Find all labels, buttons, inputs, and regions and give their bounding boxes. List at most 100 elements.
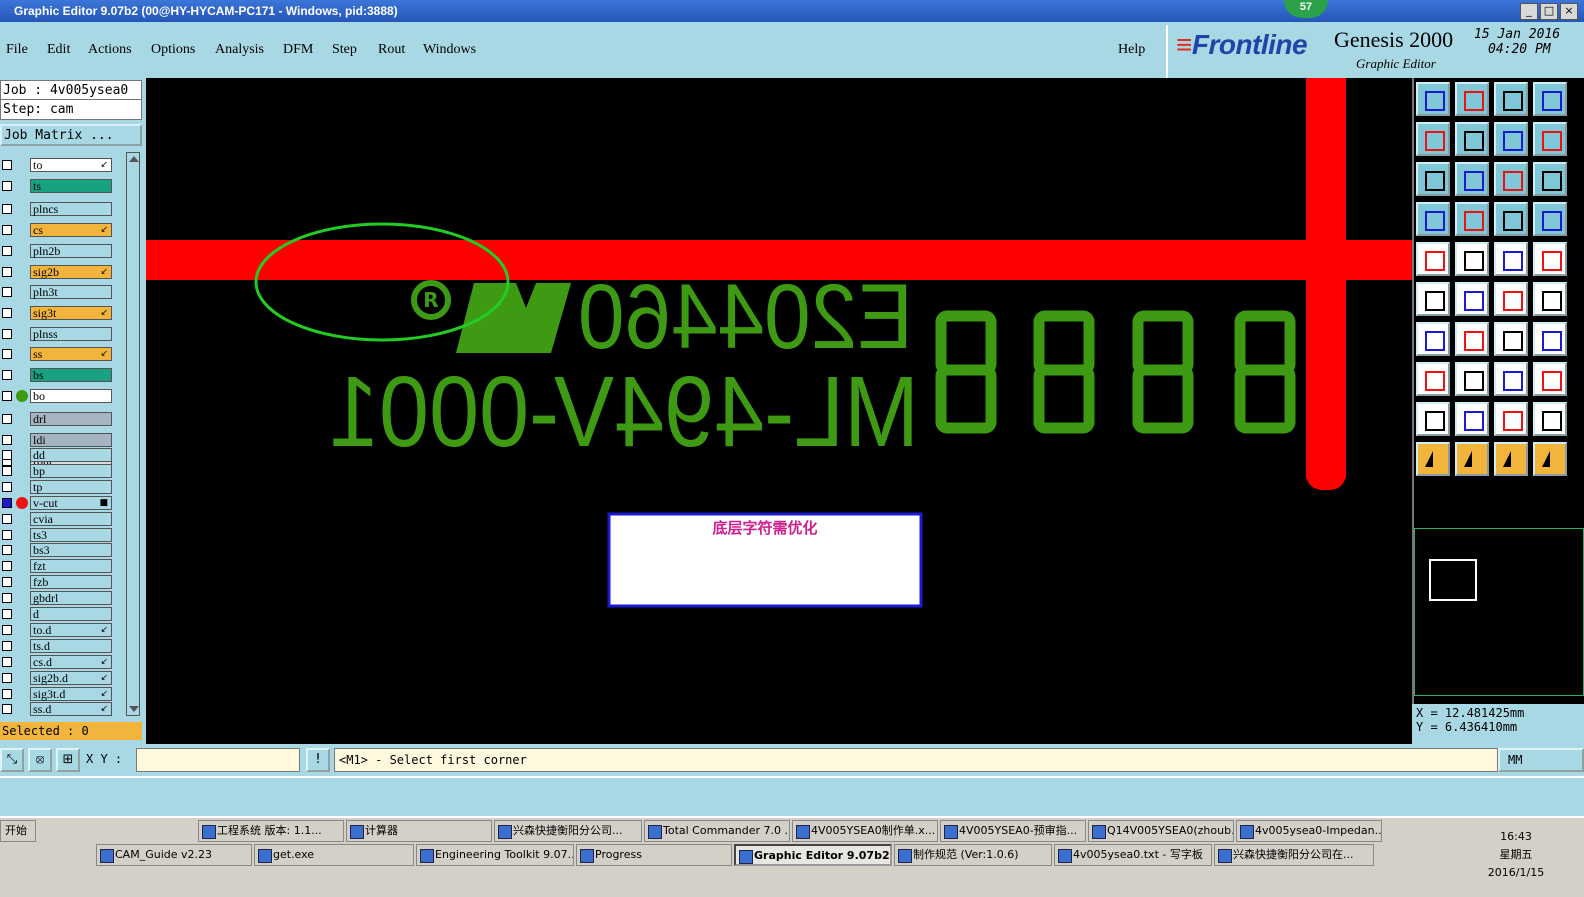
taskbar-item[interactable]: 制作规范 (Ver:1.0.6) <box>894 844 1052 866</box>
move-icon[interactable] <box>1494 282 1528 316</box>
layer-row[interactable]: pln2b <box>0 243 114 258</box>
layer-row[interactable]: cs.d ↙ <box>0 654 114 669</box>
layer-name[interactable]: ts3 <box>30 527 112 542</box>
layer-row[interactable]: tp <box>0 479 114 494</box>
layer-row[interactable]: ts3 <box>0 527 114 542</box>
taskbar-item[interactable]: 4V005YSEA0制作单.x... <box>792 820 938 842</box>
layer-row[interactable]: ts <box>0 178 114 193</box>
layer-row[interactable]: bs <box>0 368 114 382</box>
layer-checkbox[interactable] <box>2 328 12 339</box>
window-icon[interactable] <box>1533 82 1567 116</box>
layer-name[interactable]: cs.d ↙ <box>30 654 112 669</box>
layer-checkbox[interactable] <box>2 529 12 540</box>
layer-name[interactable]: ts <box>30 178 112 193</box>
vertical-trace[interactable] <box>1306 78 1346 478</box>
layer-name[interactable]: bs3 <box>30 543 112 558</box>
delete-icon[interactable] <box>1455 282 1489 316</box>
layer-row[interactable]: fzb <box>0 575 114 590</box>
home-down-icon[interactable] <box>1455 82 1489 116</box>
pointer-icon[interactable] <box>1416 442 1450 476</box>
layer-row[interactable]: cvia <box>0 511 114 526</box>
scroll-up-icon[interactable] <box>129 156 139 162</box>
layer-checkbox[interactable] <box>2 160 12 170</box>
layer-name[interactable]: ss ↙ <box>30 347 112 362</box>
probe-icon[interactable] <box>1455 202 1489 236</box>
home-icon[interactable] <box>1494 82 1528 116</box>
layer-row[interactable]: dd <box>0 448 114 462</box>
layer-checkbox[interactable] <box>2 204 12 215</box>
menu-dfm[interactable]: DFM <box>283 42 313 58</box>
menu-file[interactable]: File <box>6 42 28 58</box>
layer-name[interactable]: cs ↙ <box>30 223 112 238</box>
layer-name[interactable]: ldi <box>30 433 112 448</box>
layer-name[interactable]: v-cut ■ <box>30 495 112 510</box>
layer-row[interactable]: sig3t ↙ <box>0 305 114 320</box>
shape-icon[interactable] <box>1455 242 1489 276</box>
layer-row[interactable]: pln3t <box>0 285 114 300</box>
taskbar-item[interactable]: Engineering Toolkit 9.07... <box>416 844 574 866</box>
taskbar-item[interactable]: 计算器 <box>346 820 492 842</box>
layer-checkbox[interactable] <box>2 497 12 508</box>
layer-name[interactable]: sig3t.d ↙ <box>30 686 112 701</box>
layer-row[interactable]: sig3t.d ↙ <box>0 686 114 701</box>
layer-checkbox[interactable] <box>2 225 12 236</box>
taskbar-item[interactable]: Graphic Editor 9.07b2 ... <box>734 844 892 866</box>
scale-icon[interactable] <box>1494 162 1528 196</box>
net-all-icon[interactable] <box>1533 202 1567 236</box>
layer-checkbox[interactable] <box>2 561 12 572</box>
layer-name[interactable]: plnss <box>30 326 112 341</box>
layer-checkbox[interactable] <box>2 266 12 277</box>
layer-name[interactable]: cvia <box>30 511 112 526</box>
layer-checkbox[interactable] <box>2 545 12 556</box>
layer-name[interactable]: gbdrl <box>30 591 112 606</box>
start-button[interactable]: 开始 <box>0 820 36 842</box>
warning-icon[interactable]: ! <box>306 748 330 772</box>
layer-checkbox[interactable] <box>2 609 12 619</box>
taskbar-item[interactable]: CAM_Guide v2.23 <box>96 844 252 866</box>
layer-checkbox[interactable] <box>2 370 12 380</box>
overview-map[interactable] <box>1414 528 1584 696</box>
layer-checkbox[interactable] <box>2 390 12 401</box>
layer-checkbox[interactable] <box>2 435 12 446</box>
taskbar-item[interactable]: 4v005ysea0-Impedan... <box>1236 820 1382 842</box>
layer-name[interactable]: pln3t <box>30 285 112 300</box>
layer-row[interactable]: drl <box>0 412 114 427</box>
dot-icon[interactable] <box>1533 242 1567 276</box>
layer-checkbox[interactable] <box>2 414 12 425</box>
system-clock[interactable]: 16:43 星期五 2016/1/15 <box>1456 828 1576 882</box>
layer-row[interactable]: fzt <box>0 559 114 574</box>
fill-icon[interactable] <box>1416 242 1450 276</box>
layer-name[interactable]: to ↙ <box>30 158 112 172</box>
layer-checkbox[interactable] <box>2 704 12 715</box>
net-icon[interactable] <box>1494 202 1528 236</box>
snap-icon[interactable]: ⤡ <box>0 748 24 772</box>
poly-icon[interactable] <box>1494 402 1528 436</box>
layer-row[interactable]: bp <box>0 463 114 478</box>
layer-name[interactable]: sig2b.d ↙ <box>30 670 112 685</box>
layer-name[interactable]: pln2b <box>30 243 112 258</box>
layer-name[interactable]: drl <box>30 412 112 427</box>
layer-name[interactable]: sig2b ↙ <box>30 264 112 279</box>
layer-name[interactable]: sig3t ↙ <box>30 305 112 320</box>
help-icon[interactable] <box>1533 162 1567 196</box>
layer-name[interactable]: tp <box>30 479 112 494</box>
layer-row[interactable]: plncs <box>0 202 114 217</box>
poly2-icon[interactable] <box>1533 402 1567 436</box>
layer-checkbox[interactable] <box>2 349 12 360</box>
layer-checkbox[interactable] <box>2 640 12 651</box>
ruler-icon[interactable] <box>1494 242 1528 276</box>
menu-rout[interactable]: Rout <box>378 42 405 58</box>
redraw-icon[interactable] <box>1533 122 1567 156</box>
taskbar-item[interactable]: 兴森快捷衡阳分公司在... <box>1214 844 1374 866</box>
menu-analysis[interactable]: Analysis <box>215 42 264 58</box>
pan-right-icon[interactable] <box>1455 122 1489 156</box>
zoom-back-icon[interactable] <box>1494 122 1528 156</box>
taskbar-item[interactable]: 兴森快捷衡阳分公司... <box>494 820 642 842</box>
cut-icon[interactable] <box>1455 362 1489 396</box>
layer-name[interactable]: ss.d ↙ <box>30 702 112 717</box>
align-icon[interactable] <box>1494 362 1528 396</box>
job-matrix-button[interactable]: Job Matrix ... <box>0 124 142 146</box>
menu-actions[interactable]: Actions <box>88 42 132 58</box>
layer-checkbox[interactable] <box>2 688 12 699</box>
view-rectangle[interactable] <box>1429 559 1477 601</box>
